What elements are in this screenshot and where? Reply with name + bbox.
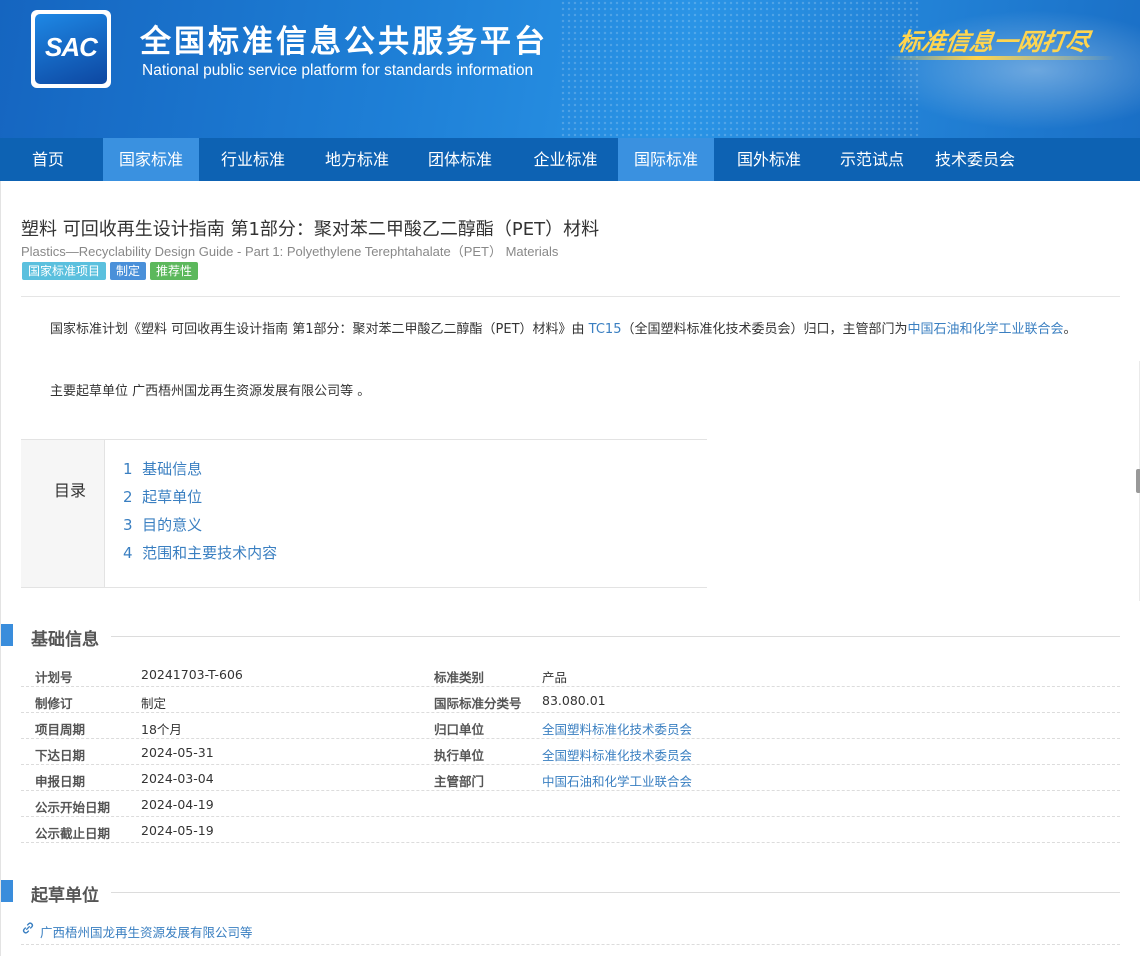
info-key: 公示开始日期 [35,800,111,815]
nav-home[interactable]: 首页 [0,138,96,181]
header-banner: SAC 全国标准信息公共服务平台 National public service… [0,0,1140,138]
section-title: 起草单位 [31,886,99,906]
toc-item-drafting-units[interactable]: 2 起草单位 [123,488,277,516]
toc-item-number: 3 [123,516,133,534]
info-value: 2024-05-31 [141,745,214,760]
sac-logo[interactable]: SAC [31,10,111,88]
nav-industry-standards[interactable]: 行业标准 [199,138,307,181]
main-content: 塑料 可回收再生设计指南 第1部分：聚对苯二甲酸乙二醇酯（PET）材料 Plas… [0,181,1140,956]
info-key: 标准类别 [434,670,485,685]
toc-item-basic-info[interactable]: 1 基础信息 [123,460,277,488]
nav-international-standards[interactable]: 国际标准 [618,138,714,181]
section-basic-info-heading: 基础信息 [1,624,1120,650]
tag-national-project: 国家标准项目 [22,262,107,280]
slogan-underline [885,56,1115,60]
divider [21,296,1120,297]
tc-link[interactable]: TC15 [589,322,622,337]
intro-paragraph: 国家标准计划《塑料 可回收再生设计指南 第1部分：聚对苯二甲酸乙二醇酯（PET）… [21,318,1119,342]
drafting-unit-name[interactable]: 广西梧州国龙再生资源发展有限公司等 [40,922,253,941]
toc-item-text: 基础信息 [142,460,203,478]
toc-list: 1 基础信息 2 起草单位 3 目的意义 4 范围和主要技术内容 [123,460,277,572]
info-row: 公示开始日期 2024-04-19 [21,791,1120,817]
toc-item-number: 1 [123,460,133,478]
tag-recommended: 推荐性 [150,262,199,280]
site-title: 全国标准信息公共服务平台 [140,24,548,60]
toc-label: 目录 [54,481,87,500]
intro-text-prefix: 国家标准计划《塑料 可回收再生设计指南 第1部分：聚对苯二甲酸乙二醇酯（PET）… [50,322,589,337]
toc-item-text: 范围和主要技术内容 [142,544,278,562]
info-value: 制定 [141,696,167,711]
info-row: 公示截止日期 2024-05-19 [21,817,1120,843]
toc-item-scope[interactable]: 4 范围和主要技术内容 [123,544,277,572]
section-title: 基础信息 [31,630,99,650]
nav-enterprise-standards[interactable]: 企业标准 [513,138,618,181]
section-line [111,636,1120,637]
info-value: 18个月 [141,722,182,737]
standard-tags: 国家标准项目 制定 推荐性 [22,262,199,280]
drafting-unit-paragraph: 主要起草单位 广西梧州国龙再生资源发展有限公司等 。 [50,384,371,399]
info-key: 主管部门 [434,774,485,789]
info-key: 申报日期 [35,774,86,789]
competent-department-link[interactable]: 中国石油和化学工业联合会 [542,771,692,790]
drafting-unit-item[interactable]: 广西梧州国龙再生资源发展有限公司等 [21,919,1120,945]
info-row: 申报日期 2024-03-04 主管部门 中国石油和化学工业联合会 [21,765,1120,791]
table-of-contents: 目录 1 基础信息 2 起草单位 3 目的意义 4 范围和主要技术内容 [21,439,707,588]
toc-item-text: 起草单位 [142,488,203,506]
section-drafting-heading: 起草单位 [1,880,1120,906]
site-subtitle: National public service platform for sta… [142,62,534,79]
nav-demo-pilot[interactable]: 示范试点 [824,138,920,181]
main-nav: 首页 国家标准 行业标准 地方标准 团体标准 企业标准 国际标准 国外标准 示范… [0,138,1140,181]
nav-technical-committee[interactable]: 技术委员会 [920,138,1030,181]
info-value: 83.080.01 [542,693,606,708]
info-row: 制修订 制定 国际标准分类号 83.080.01 [21,687,1120,713]
slogan: 标准信息一网打尽 [895,27,1092,56]
standard-title-en: Plastics—Recyclability Design Guide - Pa… [21,244,559,259]
info-key: 执行单位 [434,748,485,763]
intro-text-middle: （全国塑料标准化技术委员会）归口，主管部门为 [621,322,908,337]
logo-text: SAC [45,32,98,62]
info-value: 产品 [542,670,568,685]
nav-foreign-standards[interactable]: 国外标准 [714,138,824,181]
info-key: 国际标准分类号 [434,696,522,711]
toc-item-number: 2 [123,488,133,506]
department-link[interactable]: 中国石油和化学工业联合会 [908,322,1064,337]
intro-text-suffix: 。 [1063,322,1077,337]
info-value: 2024-04-19 [141,797,214,812]
link-icon [22,922,34,934]
info-row: 计划号 20241703-T-606 标准类别 产品 [21,661,1120,687]
info-key: 制修订 [35,696,73,711]
executing-unit-link[interactable]: 全国塑料标准化技术委员会 [542,745,692,764]
section-line [111,892,1120,893]
standard-title: 塑料 可回收再生设计指南 第1部分：聚对苯二甲酸乙二醇酯（PET）材料 [21,219,600,240]
info-row: 下达日期 2024-05-31 执行单位 全国塑料标准化技术委员会 [21,739,1120,765]
nav-local-standards[interactable]: 地方标准 [307,138,407,181]
info-key: 下达日期 [35,748,86,763]
tag-formulate: 制定 [110,262,147,280]
nav-group-standards[interactable]: 团体标准 [407,138,513,181]
info-value: 2024-03-04 [141,771,214,786]
info-row: 项目周期 18个月 归口单位 全国塑料标准化技术委员会 [21,713,1120,739]
scrollbar-thumb[interactable] [1136,469,1140,493]
toc-label-cell: 目录 [21,440,105,587]
info-key: 计划号 [35,670,73,685]
toc-item-text: 目的意义 [142,516,203,534]
toc-item-number: 4 [123,544,133,562]
info-value: 20241703-T-606 [141,667,243,682]
world-map-decoration [560,0,920,138]
info-value: 2024-05-19 [141,823,214,838]
committee-link[interactable]: 全国塑料标准化技术委员会 [542,719,692,738]
info-key: 项目周期 [35,722,86,737]
info-key: 公示截止日期 [35,826,111,841]
section-marker [1,880,13,902]
toc-item-purpose[interactable]: 3 目的意义 [123,516,277,544]
nav-national-standards[interactable]: 国家标准 [103,138,199,181]
section-marker [1,624,13,646]
info-key: 归口单位 [434,722,485,737]
